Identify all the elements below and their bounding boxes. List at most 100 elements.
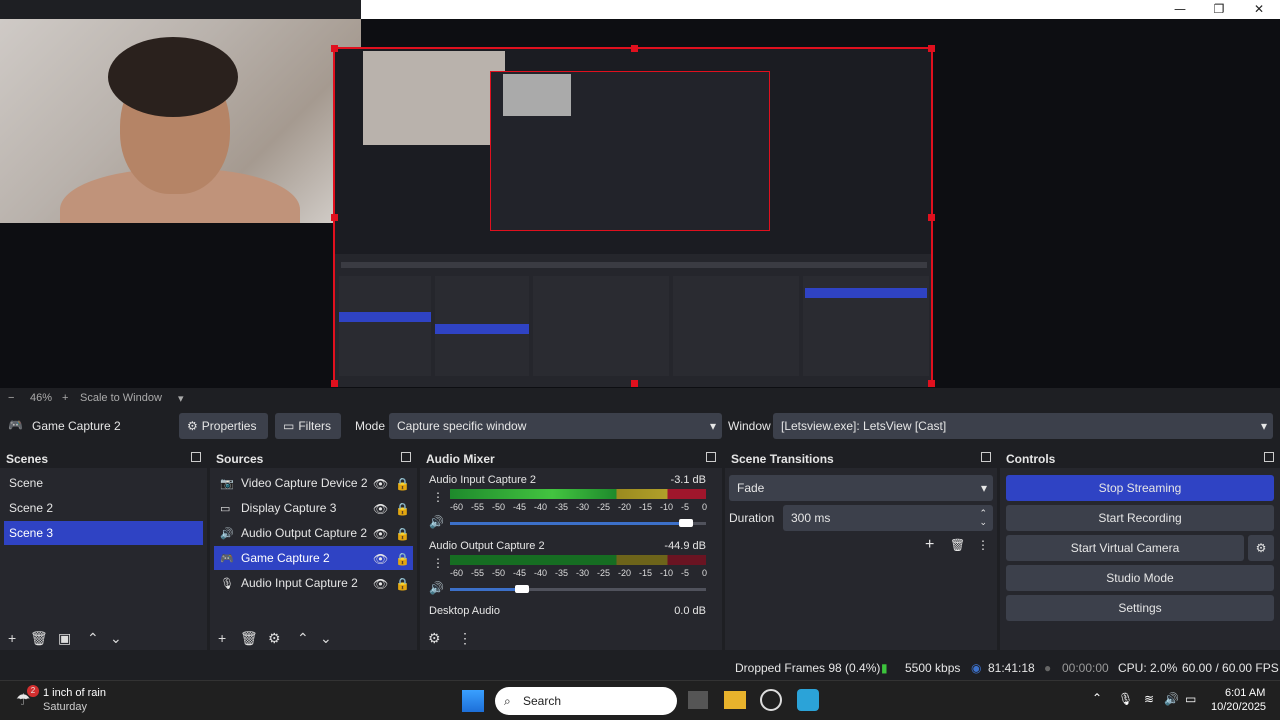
trash-icon[interactable]: 🗑 bbox=[30, 630, 48, 647]
camera-icon: 📷 bbox=[220, 478, 234, 490]
nested-capture-content bbox=[335, 49, 931, 387]
scene-item[interactable]: Scene bbox=[4, 471, 203, 495]
window-label: Window bbox=[728, 419, 771, 433]
spin-arrows-icon[interactable]: ⌃ ⌄ bbox=[979, 509, 987, 527]
scene-item[interactable]: Scene 2 bbox=[4, 496, 203, 520]
preview-canvas[interactable] bbox=[0, 19, 1280, 388]
volume-slider-knob[interactable] bbox=[679, 519, 693, 527]
add-icon[interactable]: + bbox=[8, 630, 16, 646]
kebab-menu-icon[interactable]: ⋮ bbox=[977, 538, 989, 552]
resize-handle[interactable] bbox=[631, 380, 638, 387]
mode-select[interactable]: Capture specific window ▾ bbox=[389, 413, 722, 439]
zoom-out-button[interactable]: − bbox=[8, 392, 14, 404]
start-virtual-camera-button[interactable]: Start Virtual Camera bbox=[1006, 535, 1244, 561]
eye-icon[interactable]: 👁 bbox=[373, 552, 388, 566]
trash-icon[interactable]: 🗑 bbox=[240, 630, 258, 647]
tick-label: -30 bbox=[576, 568, 590, 578]
filter-icon[interactable]: ▣ bbox=[58, 630, 71, 647]
microphone-icon[interactable]: 🎙 bbox=[1118, 692, 1133, 706]
zoom-in-button[interactable]: + bbox=[62, 392, 68, 404]
speaker-icon[interactable]: 🔊 bbox=[429, 515, 444, 529]
popout-icon[interactable] bbox=[401, 452, 411, 462]
window-select[interactable]: [Letsview.exe]: LetsView [Cast] ▾ bbox=[773, 413, 1273, 439]
nested-ui-row bbox=[341, 262, 927, 268]
file-explorer-icon[interactable] bbox=[724, 691, 746, 709]
lock-icon[interactable]: 🔒 bbox=[395, 577, 410, 591]
kebab-menu-icon[interactable]: ⋮ bbox=[432, 556, 444, 570]
resize-handle[interactable] bbox=[631, 45, 638, 52]
microphone-icon: 🎙 bbox=[220, 578, 234, 590]
task-view-icon[interactable] bbox=[688, 691, 708, 709]
selected-source-frame[interactable] bbox=[331, 45, 935, 387]
clock-date[interactable]: 10/20/2025 bbox=[1211, 701, 1266, 713]
wifi-icon[interactable]: ≋ bbox=[1144, 692, 1154, 706]
studio-mode-button[interactable]: Studio Mode bbox=[1006, 565, 1274, 591]
fps: 60.00 / 60.00 FPS bbox=[1182, 661, 1279, 675]
transition-select[interactable]: Fade ▾ bbox=[729, 475, 993, 501]
maximize-button[interactable]: ❐ bbox=[1207, 2, 1231, 17]
scene-item[interactable]: Scene 3 bbox=[4, 521, 203, 545]
resize-handle[interactable] bbox=[331, 45, 338, 52]
status-bar: Dropped Frames 98 (0.4%) ▮ 5500 kbps ◉ 8… bbox=[0, 656, 1280, 680]
resize-handle[interactable] bbox=[928, 45, 935, 52]
duration-spinbox[interactable]: 300 ms ⌃ ⌄ bbox=[783, 505, 993, 531]
kebab-menu-icon[interactable]: ⋮ bbox=[458, 630, 472, 647]
down-arrow-icon[interactable]: ⌄ bbox=[110, 630, 122, 647]
resize-handle[interactable] bbox=[928, 380, 935, 387]
up-arrow-icon[interactable]: ⌃ bbox=[297, 630, 309, 647]
minimize-button[interactable]: — bbox=[1168, 2, 1192, 17]
close-button[interactable]: ✕ bbox=[1247, 2, 1271, 17]
cpu-usage: CPU: 2.0% bbox=[1118, 661, 1178, 675]
start-recording-button[interactable]: Start Recording bbox=[1006, 505, 1274, 531]
up-arrow-icon[interactable]: ⌃ bbox=[87, 630, 99, 647]
lock-icon[interactable]: 🔒 bbox=[395, 552, 410, 566]
properties-button[interactable]: ⚙ Properties bbox=[179, 413, 268, 439]
duration-label: Duration bbox=[729, 511, 775, 525]
resize-handle[interactable] bbox=[331, 214, 338, 221]
add-icon[interactable]: + bbox=[925, 536, 934, 554]
volume-meter bbox=[450, 489, 706, 499]
letsview-app-icon[interactable] bbox=[797, 689, 819, 711]
eye-icon[interactable]: 👁 bbox=[373, 527, 388, 541]
filters-button[interactable]: ▭ Filters bbox=[275, 413, 341, 439]
popout-icon[interactable] bbox=[191, 452, 201, 462]
down-arrow-icon[interactable]: ⌄ bbox=[320, 630, 332, 647]
obs-app-icon[interactable] bbox=[760, 689, 782, 711]
resize-handle[interactable] bbox=[928, 214, 935, 221]
settings-button[interactable]: Settings bbox=[1006, 595, 1274, 621]
chevron-down-icon[interactable]: ▾ bbox=[178, 392, 184, 405]
windows-start-icon[interactable] bbox=[462, 690, 484, 712]
trash-icon[interactable]: 🗑 bbox=[950, 538, 965, 552]
mixer-footer: ⚙ ⋮ bbox=[420, 626, 722, 650]
volume-icon[interactable]: 🔊 bbox=[1164, 692, 1179, 706]
taskbar-search[interactable]: ⌕ Search bbox=[495, 687, 677, 715]
resize-handle[interactable] bbox=[331, 380, 338, 387]
weather-title[interactable]: 1 inch of rain bbox=[43, 687, 106, 699]
add-icon[interactable]: + bbox=[218, 630, 226, 646]
clock-time[interactable]: 6:01 AM bbox=[1225, 687, 1265, 699]
lock-icon[interactable]: 🔒 bbox=[395, 502, 410, 516]
eye-icon[interactable]: 👁 bbox=[373, 577, 388, 591]
gear-icon[interactable]: ⚙ bbox=[268, 630, 281, 647]
tick-label: -10 bbox=[660, 568, 674, 578]
popout-icon[interactable] bbox=[1264, 452, 1274, 462]
popout-icon[interactable] bbox=[706, 452, 716, 462]
lock-icon[interactable]: 🔒 bbox=[395, 477, 410, 491]
eye-icon[interactable]: 👁 bbox=[373, 477, 388, 491]
gear-icon[interactable]: ⚙ bbox=[428, 630, 441, 647]
battery-icon[interactable]: ▭ bbox=[1185, 692, 1196, 706]
stop-streaming-button[interactable]: Stop Streaming bbox=[1006, 475, 1274, 501]
audio-mixer-dock: Audio Mixer Audio Input Capture 2 -3.1 d… bbox=[420, 448, 722, 650]
eye-icon[interactable]: 👁 bbox=[373, 502, 388, 516]
nested-ui-row bbox=[339, 312, 431, 322]
kebab-menu-icon[interactable]: ⋮ bbox=[432, 490, 444, 504]
chevron-up-icon[interactable]: ⌃ bbox=[1092, 691, 1102, 705]
volume-slider-fill bbox=[450, 522, 693, 525]
volume-slider-knob[interactable] bbox=[515, 585, 529, 593]
speaker-icon[interactable]: 🔊 bbox=[429, 581, 444, 595]
scale-mode-label[interactable]: Scale to Window bbox=[80, 392, 162, 404]
webcam-feed bbox=[0, 19, 361, 223]
virtual-camera-settings-button[interactable]: ⚙ bbox=[1248, 535, 1274, 561]
popout-icon[interactable] bbox=[981, 452, 991, 462]
lock-icon[interactable]: 🔒 bbox=[395, 527, 410, 541]
